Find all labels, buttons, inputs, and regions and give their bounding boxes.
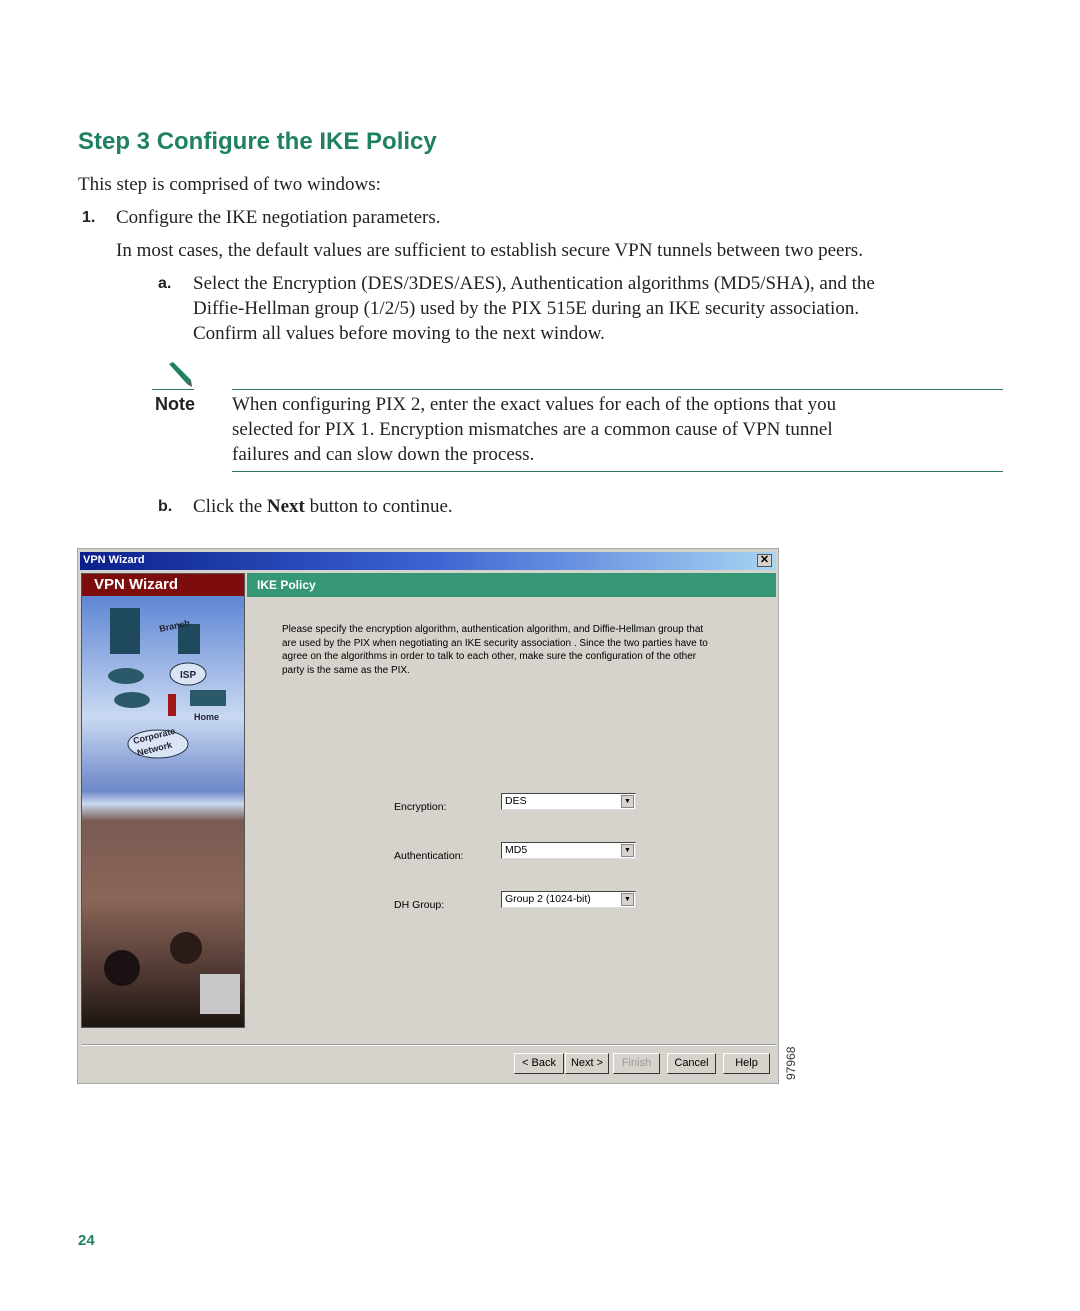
note-line: When configuring PIX 2, enter the exact … xyxy=(232,394,837,415)
encryption-label: Encryption: xyxy=(394,801,447,813)
note-line: selected for PIX 1. Encryption mismatche… xyxy=(232,419,833,440)
sub-a-line: Confirm all values before moving to the … xyxy=(193,323,605,344)
sub-b-post: button to continue. xyxy=(304,496,453,517)
authentication-select[interactable]: MD5 ▼ xyxy=(501,842,636,859)
encryption-value: DES xyxy=(505,795,527,807)
finish-button[interactable]: Finish xyxy=(613,1053,660,1074)
description-line: party is the same as the PIX. xyxy=(282,664,410,676)
wizard-side-panel: VPN Wizard Branch ISP Home Corporate Net… xyxy=(81,573,245,1028)
description-line: Please specify the encryption algorithm,… xyxy=(282,624,704,635)
ike-description: Please specify the encryption algorithm,… xyxy=(282,623,752,677)
note-bottom-rule xyxy=(232,471,1003,472)
ike-policy-header: IKE Policy xyxy=(247,573,776,597)
dh-group-label: DH Group: xyxy=(394,899,445,911)
network-diagram-icon: Branch ISP Home Corporate Network xyxy=(104,608,240,1014)
next-button[interactable]: Next > xyxy=(565,1053,609,1074)
sub-b-text: Click the Next button to continue. xyxy=(193,494,453,519)
chevron-down-icon[interactable]: ▼ xyxy=(621,795,634,808)
description-line: agree on the algorithms in order to talk… xyxy=(282,651,697,662)
page-number: 24 xyxy=(78,1232,95,1249)
section-heading: Step 3 Configure the IKE Policy xyxy=(78,128,437,155)
vpn-wizard-window: VPN Wizard ✕ VPN Wizard Branch ISP Home … xyxy=(77,548,779,1084)
description-line: are used by the PIX when negotiating an … xyxy=(282,637,708,649)
note-top-rule xyxy=(232,389,1003,390)
sub-a-line: Diffie-Hellman group (1/2/5) used by the… xyxy=(193,298,860,319)
diagram-label: ISP xyxy=(180,670,196,681)
sub-a-label: a. xyxy=(158,275,172,292)
help-button[interactable]: Help xyxy=(723,1053,770,1074)
figure-number: 97968 xyxy=(784,1046,798,1080)
window-titlebar[interactable]: VPN Wizard ✕ xyxy=(80,552,776,570)
diagram-label: Home xyxy=(194,712,219,722)
step-detail: In most cases, the default values are su… xyxy=(116,240,863,261)
sub-a-line: Select the Encryption (DES/3DES/AES), Au… xyxy=(193,273,875,294)
pencil-icon xyxy=(169,362,192,387)
note-line: failures and can slow down the process. xyxy=(232,444,535,465)
sub-b-bold: Next xyxy=(266,496,305,517)
authentication-value: MD5 xyxy=(505,844,528,856)
intro-text: This step is comprised of two windows: xyxy=(78,174,381,195)
side-panel-title: VPN Wizard xyxy=(82,574,244,596)
close-button[interactable]: ✕ xyxy=(757,554,772,567)
dh-group-value: Group 2 (1024-bit) xyxy=(505,893,591,905)
back-button[interactable]: < Back xyxy=(514,1053,564,1074)
authentication-label: Authentication: xyxy=(394,850,464,862)
cancel-button[interactable]: Cancel xyxy=(667,1053,716,1074)
sub-b-pre: Click the xyxy=(193,496,267,517)
chevron-down-icon[interactable]: ▼ xyxy=(621,844,634,857)
window-title: VPN Wizard xyxy=(83,554,145,566)
footer-divider xyxy=(82,1044,776,1046)
step-text: Configure the IKE negotiation parameters… xyxy=(116,207,441,228)
network-illustration: Branch ISP Home Corporate Network xyxy=(82,596,244,1027)
chevron-down-icon[interactable]: ▼ xyxy=(621,893,634,906)
note-label: Note xyxy=(155,394,195,414)
step-number: 1. xyxy=(82,209,96,226)
sub-b-label: b. xyxy=(158,498,173,515)
note-icon-rule xyxy=(152,389,194,390)
encryption-select[interactable]: DES ▼ xyxy=(501,793,636,810)
dh-group-select[interactable]: Group 2 (1024-bit) ▼ xyxy=(501,891,636,908)
